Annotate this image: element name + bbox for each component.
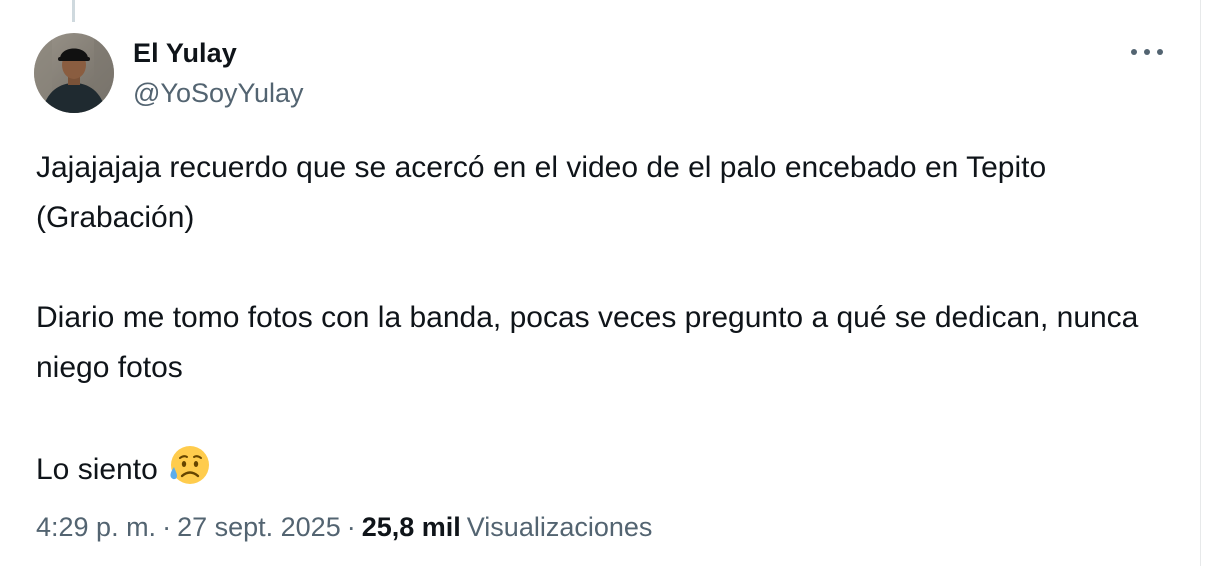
tweet-paragraph-text: Lo siento — [36, 453, 158, 486]
views-label: Visualizaciones — [466, 512, 653, 542]
tweet-paragraph: Diario me tomo fotos con la banda, pocas… — [36, 301, 1139, 384]
author-display-name[interactable]: El Yulay — [133, 38, 237, 69]
avatar[interactable] — [34, 33, 114, 113]
thread-connector-line — [72, 0, 75, 22]
tweet-paragraph-last: Lo siento — [36, 443, 1156, 503]
views-count: 25,8 mil — [361, 512, 461, 542]
author-handle[interactable]: @YoSoyYulay — [133, 78, 304, 109]
meta-separator: · — [346, 512, 356, 542]
meta-separator: · — [162, 512, 172, 542]
tweet-card: El Yulay @YoSoyYulay Jajajajaja recuerdo… — [0, 0, 1201, 566]
more-horizontal-icon — [1131, 49, 1163, 55]
sad-but-relieved-face-icon — [166, 443, 210, 503]
avatar-image — [34, 33, 114, 113]
tweet-time[interactable]: 4:29 p. m. — [36, 512, 156, 542]
more-options-button[interactable] — [1127, 36, 1167, 68]
tweet-text: Jajajajaja recuerdo que se acercó en el … — [36, 143, 1156, 503]
tweet-date[interactable]: 27 sept. 2025 — [177, 512, 341, 542]
tweet-paragraph: Jajajajaja recuerdo que se acercó en el … — [36, 151, 1047, 234]
tweet-meta: 4:29 p. m. · 27 sept. 2025 · 25,8 mil Visuali… — [36, 512, 652, 543]
